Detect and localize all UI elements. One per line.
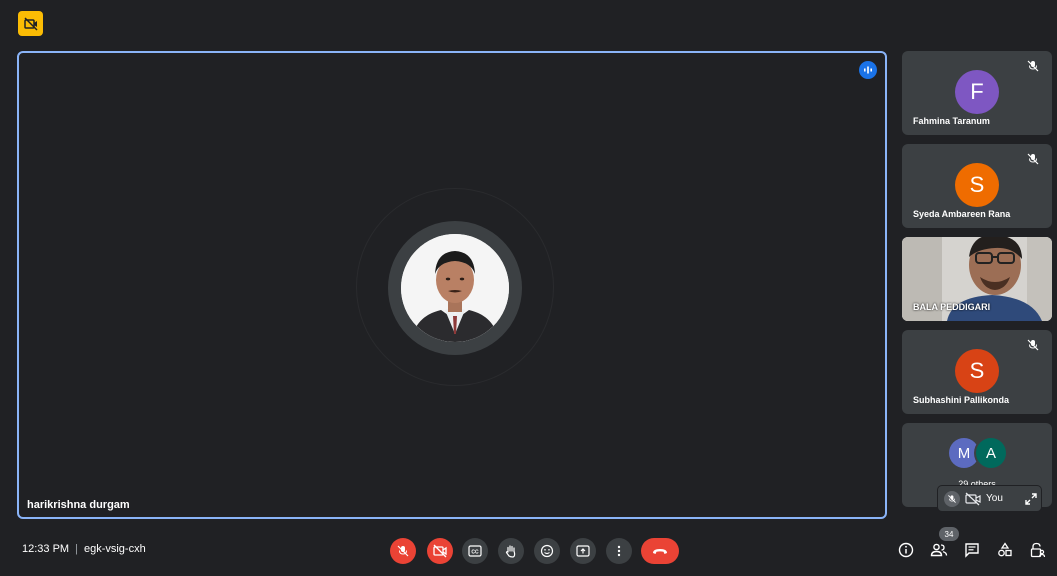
- people-icon: [930, 543, 948, 557]
- reactions-button[interactable]: [534, 538, 560, 564]
- participant-tile[interactable]: F Fahmina Taranum: [902, 51, 1052, 135]
- chat-button[interactable]: [962, 540, 982, 560]
- raise-hand-button[interactable]: [498, 538, 524, 564]
- speaking-indicator-icon: [859, 61, 877, 79]
- self-view-pill[interactable]: You: [938, 486, 1041, 511]
- participant-video-tile[interactable]: BALA PEDDIGARI: [902, 237, 1052, 321]
- clock-time: 12:33 PM: [22, 543, 70, 555]
- mic-off-icon: [1027, 60, 1039, 72]
- present-screen-button[interactable]: [570, 538, 596, 564]
- leave-call-button[interactable]: [641, 538, 679, 564]
- camera-toggle-button[interactable]: [427, 538, 453, 564]
- avatar-ring: [388, 221, 522, 355]
- svg-text:CC: CC: [471, 550, 479, 556]
- participant-tile[interactable]: S Subhashini Pallikonda: [902, 330, 1052, 414]
- mic-off-icon: [1027, 153, 1039, 165]
- mic-toggle-button[interactable]: [390, 538, 416, 564]
- camera-blocked-icon: [23, 16, 38, 31]
- more-vert-icon: [617, 545, 621, 557]
- separator: |: [75, 543, 78, 555]
- participant-avatar: S: [955, 163, 999, 207]
- participant-tile[interactable]: S Syeda Ambareen Rana: [902, 144, 1052, 228]
- emoji-icon: [540, 544, 554, 558]
- self-mic-off-icon: [944, 490, 960, 507]
- speaker-avatar: [401, 234, 509, 342]
- participant-name: Fahmina Taranum: [913, 116, 990, 126]
- lock-person-icon: [1030, 542, 1046, 558]
- bottom-control-bar: 12:33 PM | egk-vsig-cxh CC 34: [0, 527, 1057, 576]
- others-avatar: M: [949, 438, 979, 468]
- others-avatar: A: [976, 438, 1006, 468]
- camera-blocked-badge[interactable]: [18, 11, 43, 36]
- participant-count-badge: 34: [939, 527, 959, 541]
- participant-name: BALA PEDDIGARI: [913, 302, 991, 312]
- activities-button[interactable]: [995, 540, 1015, 560]
- present-icon: [576, 545, 590, 557]
- meeting-info: 12:33 PM | egk-vsig-cxh: [22, 543, 146, 555]
- expand-icon[interactable]: [1024, 492, 1038, 506]
- mic-off-icon: [1027, 339, 1039, 351]
- people-button[interactable]: [929, 540, 949, 560]
- meeting-code: egk-vsig-cxh: [83, 543, 146, 555]
- mic-off-icon: [397, 545, 409, 557]
- captions-icon: CC: [468, 545, 482, 557]
- participant-avatar: F: [955, 70, 999, 114]
- self-label: You: [986, 493, 1003, 504]
- speaker-name-label: harikrishna durgam: [27, 499, 130, 511]
- meeting-details-button[interactable]: [896, 540, 916, 560]
- hand-icon: [505, 545, 516, 558]
- participant-name: Subhashini Pallikonda: [913, 395, 1010, 405]
- participant-name: Syeda Ambareen Rana: [913, 209, 1011, 219]
- self-camera-off-icon: [965, 492, 981, 505]
- info-icon: [898, 542, 914, 558]
- shapes-icon: [998, 542, 1012, 557]
- more-options-button[interactable]: [606, 538, 632, 564]
- camera-off-icon: [433, 544, 447, 558]
- participant-avatar: S: [955, 349, 999, 393]
- captions-button[interactable]: CC: [462, 538, 488, 564]
- main-speaker-tile[interactable]: harikrishna durgam: [17, 51, 887, 519]
- chat-icon: [965, 543, 979, 558]
- host-controls-button[interactable]: [1028, 540, 1048, 560]
- hang-up-icon: [653, 549, 667, 554]
